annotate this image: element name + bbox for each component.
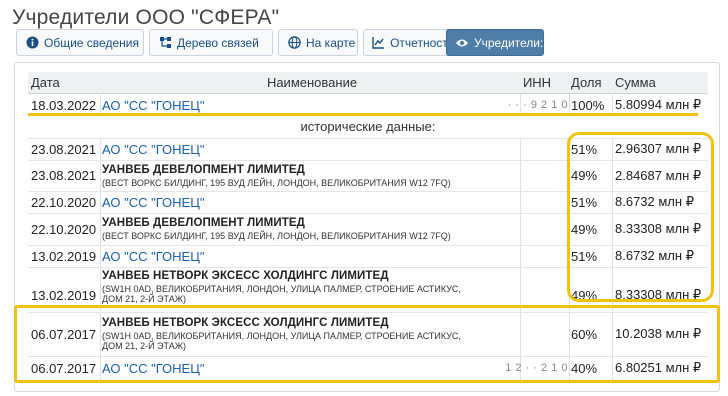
info-icon	[25, 36, 39, 50]
highlight-2017-box	[14, 305, 720, 383]
company-name: УАНВЕБ ДЕВЕЛОПМЕНТ ЛИМИТЕД	[102, 217, 305, 229]
table-header: Дата Наименование ИНН Доля Сумма	[28, 72, 708, 94]
header-name: Наименование	[266, 75, 358, 90]
tab-founders[interactable]: Учредители:	[446, 29, 544, 56]
row-date: 13.02.2019	[31, 288, 97, 303]
row-date: 23.08.2021	[31, 168, 97, 183]
page-title: Учредители ООО "СФЕРА"	[12, 6, 280, 29]
tab-label: Отчетность	[390, 35, 454, 50]
company-link[interactable]: АО "СС "ГОНЕЦ"	[102, 98, 204, 113]
company-link[interactable]: АО "СС "ГОНЕЦ"	[102, 249, 204, 264]
company-link[interactable]: АО "СС "ГОНЕЦ"	[102, 142, 204, 157]
tab-label: Дерево связей	[177, 35, 259, 50]
company-address: (ВЕСТ ВОРКС БИЛДИНГ, 195 ВУД ЛЕЙН, ЛОНДО…	[102, 177, 451, 188]
header-date: Дата	[31, 75, 60, 90]
row-name: АО "СС "ГОНЕЦ"	[102, 245, 522, 267]
tab-general-info[interactable]: Общие сведения	[16, 29, 144, 56]
company-address: (ВЕСТ ВОРКС БИЛДИНГ, 195 ВУД ЛЕЙН, ЛОНДО…	[102, 231, 451, 241]
company-name: УАНВЕБ НЕТВОРК ЭКСЕСС ХОЛДИНГС ЛИМИТЕД	[102, 270, 389, 282]
tab-label: Учредители:	[474, 35, 544, 50]
header-sum: Сумма	[615, 75, 656, 90]
header-inn: ИНН	[522, 75, 552, 90]
row-date: 22.10.2020	[31, 194, 97, 210]
row-name: АО "СС "ГОНЕЦ"	[102, 191, 522, 213]
tab-relations-tree[interactable]: Дерево связей	[149, 29, 273, 56]
row-name: УАНВЕБ ДЕВЕЛОПМЕНТ ЛИМИТЕД (ВЕСТ ВОРКС Б…	[102, 160, 522, 191]
tab-label: Общие сведения	[44, 35, 139, 50]
tab-on-map[interactable]: На карте	[278, 29, 358, 56]
row-date: 13.02.2019	[31, 248, 97, 264]
globe-icon	[287, 36, 301, 50]
tree-icon	[158, 36, 172, 50]
row-name: УАНВЕБ ДЕВЕЛОПМЕНТ ЛИМИТЕД (ВЕСТ ВОРКС Б…	[102, 213, 522, 245]
company-address: (SW1H 0AD, ВЕЛИКОБРИТАНИЯ, ЛОНДОН, УЛИЦА…	[102, 284, 461, 294]
company-link[interactable]: АО "СС "ГОНЕЦ"	[102, 195, 204, 210]
row-name: УАНВЕБ НЕТВОРК ЭКСЕСС ХОЛДИНГС ЛИМИТЕД (…	[102, 267, 522, 307]
company-name: УАНВЕБ ДЕВЕЛОПМЕНТ ЛИМИТЕД	[102, 163, 305, 176]
highlight-underline	[28, 113, 698, 116]
row-date: 23.08.2021	[31, 141, 97, 157]
highlight-shares-box	[567, 132, 714, 302]
header-share: Доля	[571, 75, 602, 90]
row-name: АО "СС "ГОНЕЦ"	[102, 138, 522, 160]
row-date: 22.10.2020	[31, 221, 97, 237]
company-address-line2: ДОМ 21, 2-Й ЭТАЖ)	[102, 294, 187, 304]
chart-icon	[372, 36, 385, 50]
tab-label: На карте	[306, 35, 356, 50]
eye-icon	[455, 36, 469, 50]
tab-reports[interactable]: Отчетность	[363, 29, 455, 56]
